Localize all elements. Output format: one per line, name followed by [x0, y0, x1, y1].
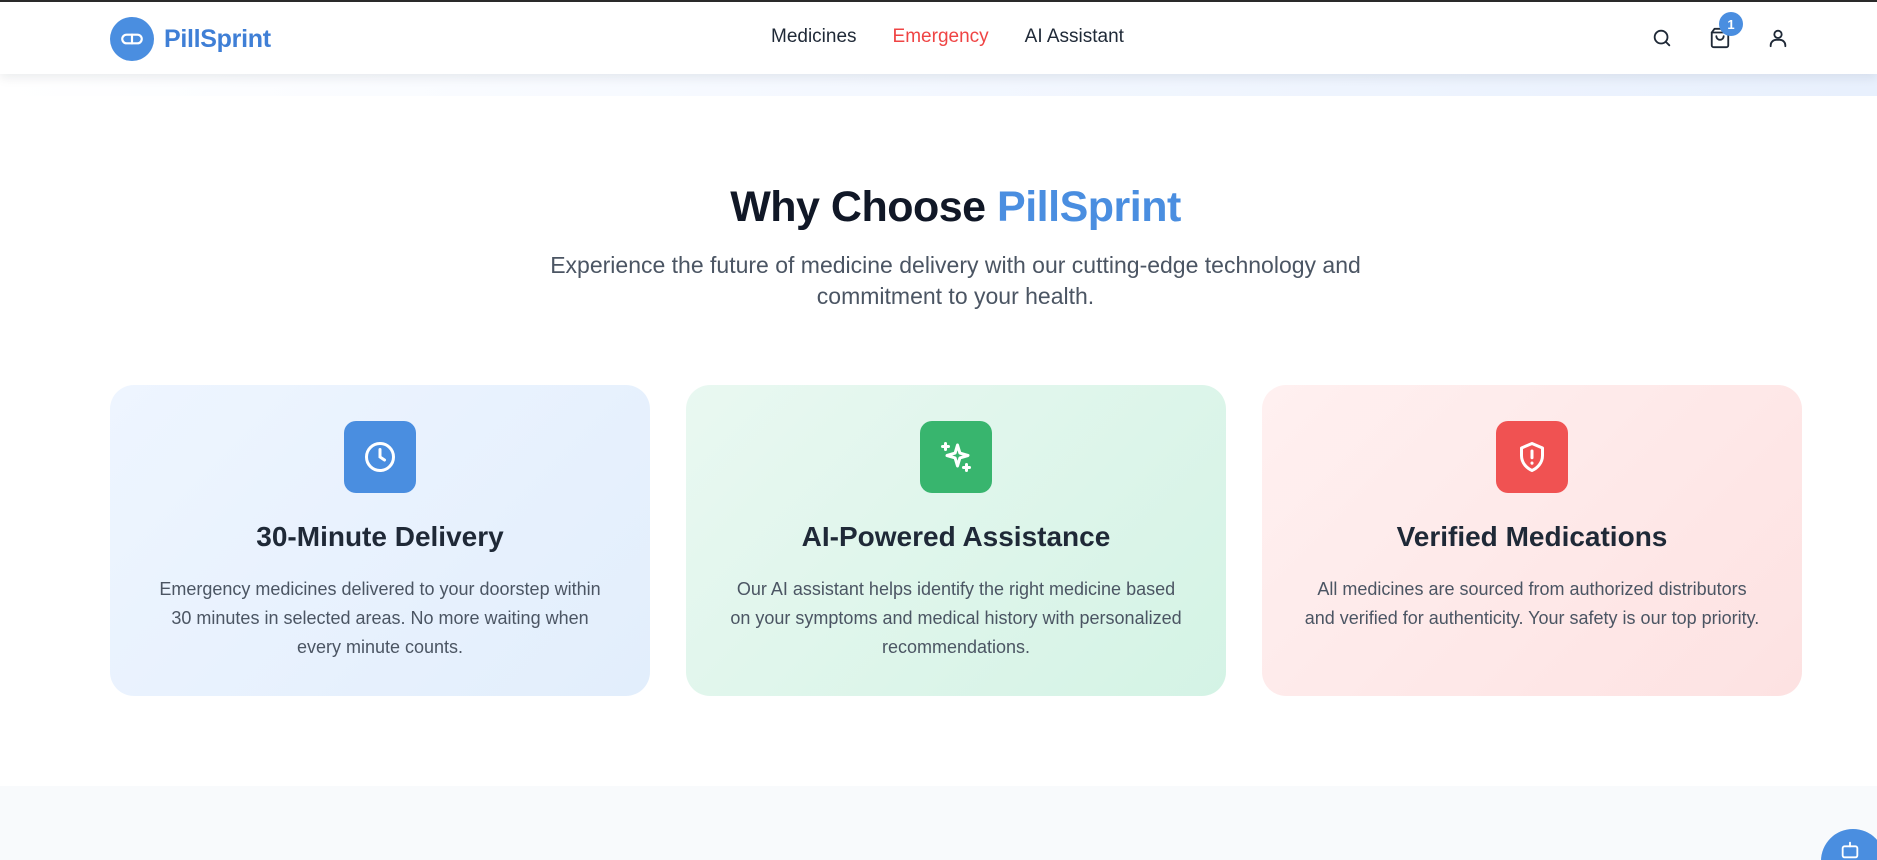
nav-medicines[interactable]: Medicines [771, 26, 857, 48]
feature-card-title: 30-Minute Delivery [256, 521, 504, 552]
site-header: PillSprint Medicines Emergency AI Assist… [0, 2, 1877, 74]
feature-card-title: AI-Powered Assistance [801, 521, 1111, 552]
nav-emergency[interactable]: Emergency [893, 26, 989, 48]
feature-card-delivery: 30-Minute Delivery Emergency medicines d… [110, 385, 650, 696]
clock-icon [344, 421, 416, 493]
feature-card-description: Our AI assistant helps identify the righ… [730, 579, 1182, 657]
cart-count-badge: 1 [1719, 12, 1743, 36]
feature-card-title: Verified Medications [1396, 521, 1668, 552]
main-nav: Medicines Emergency AI Assistant [771, 26, 1124, 48]
account-button[interactable] [1764, 24, 1792, 52]
brand-name: PillSprint [164, 24, 271, 53]
nav-ai-assistant[interactable]: AI Assistant [1025, 26, 1124, 48]
header-actions: 1 [1648, 12, 1792, 52]
section-subtitle: Experience the future of medicine delive… [550, 252, 1361, 309]
feature-card-verified: Verified Medications All medicines are s… [1262, 385, 1802, 696]
feature-card-ai: AI-Powered Assistance Our AI assistant h… [686, 385, 1226, 696]
hero-background-strip [0, 74, 1877, 96]
search-icon [1653, 29, 1671, 47]
pill-icon [110, 17, 154, 61]
sparkles-icon [920, 421, 992, 493]
section-title-accent: PillSprint [997, 183, 1181, 231]
section-title: Why Choose PillSprint [0, 183, 1877, 232]
next-section-background [0, 786, 1877, 860]
search-button[interactable] [1648, 24, 1676, 52]
section-title-prefix: Why Choose [730, 183, 998, 231]
chat-bot-icon [1841, 841, 1859, 859]
feature-card-description: All medicines are sourced from authorize… [1304, 579, 1760, 628]
feature-card-description: Emergency medicines delivered to your do… [159, 579, 601, 657]
shield-alert-icon [1496, 421, 1568, 493]
brand-logo-link[interactable]: PillSprint [110, 17, 271, 61]
cart-button[interactable]: 1 [1706, 12, 1743, 52]
user-icon [1769, 29, 1787, 48]
